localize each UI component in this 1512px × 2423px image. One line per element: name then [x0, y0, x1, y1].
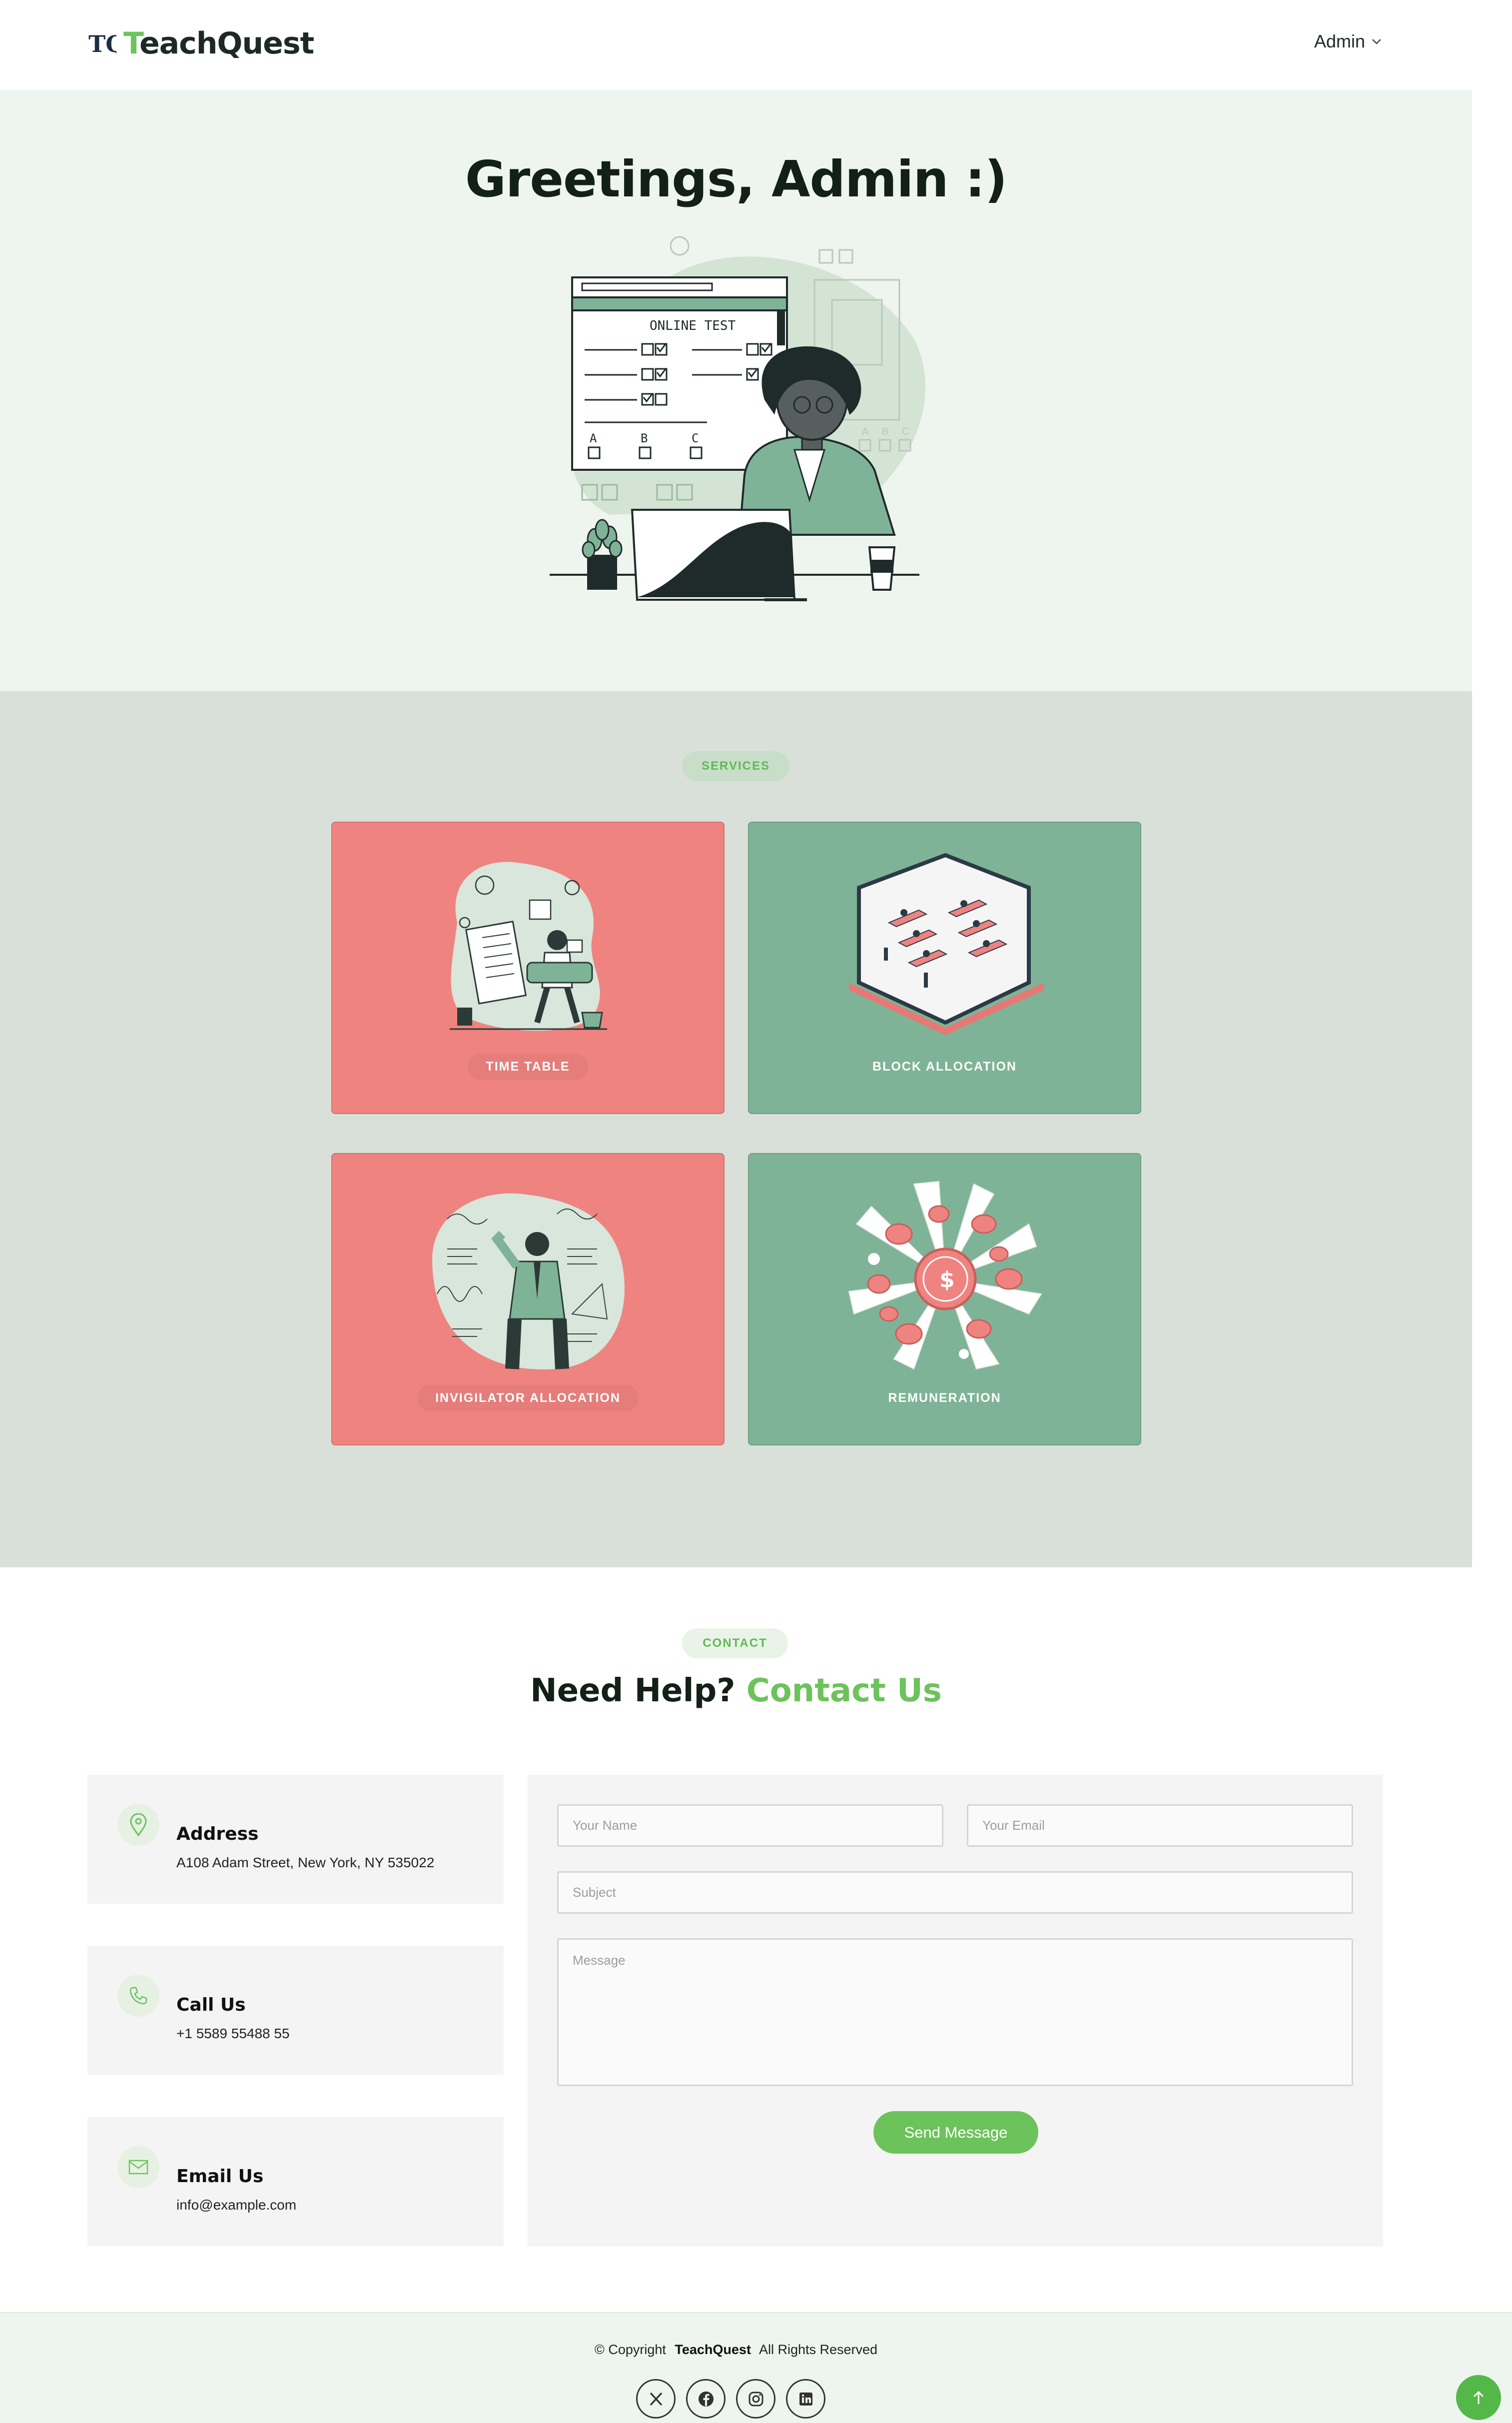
email-info: Email Us info@example.com: [87, 2117, 504, 2246]
copyright-text: © Copyright TeachQuest All Rights Reserv…: [594, 2342, 878, 2357]
contact-badge: CONTACT: [682, 1628, 788, 1658]
linkedin-icon[interactable]: [786, 2379, 825, 2419]
contact-form: Send Message: [528, 1775, 1383, 2247]
message-textarea[interactable]: [557, 1938, 1353, 2086]
map-pin-icon: [117, 1804, 159, 1846]
email-text: info@example.com: [176, 2197, 297, 2213]
service-card-invigilator-allocation[interactable]: INVIGILATOR ALLOCATION: [331, 1153, 725, 1445]
online-test-illustration: A B C ONLINE TEST A B C: [550, 236, 926, 601]
call-text: +1 5589 55488 55: [176, 2026, 290, 2041]
service-card-time-table[interactable]: TIME TABLE: [331, 822, 725, 1114]
footer-brand: TeachQuest: [675, 2342, 751, 2357]
phone-icon: [117, 1975, 159, 2017]
logo-mark-icon: TQ: [88, 30, 116, 57]
card-label-block-allocation: BLOCK ALLOCATION: [872, 1060, 1017, 1074]
address-title: Address: [176, 1824, 259, 1844]
call-title: Call Us: [176, 1995, 246, 2015]
address-info: Address A108 Adam Street, New York, NY 5…: [87, 1775, 504, 1904]
logo[interactable]: TQ TeachQuest: [87, 26, 314, 61]
card-label-remuneration: REMUNERATION: [888, 1391, 1001, 1405]
x-twitter-icon[interactable]: [636, 2379, 676, 2419]
svg-text:$: $: [939, 1267, 955, 1292]
card-label-invigilator-allocation: INVIGILATOR ALLOCATION: [417, 1385, 639, 1411]
address-text: A108 Adam Street, New York, NY 535022: [176, 1855, 435, 1870]
svg-text:ONLINE TEST: ONLINE TEST: [650, 318, 736, 333]
service-card-block-allocation[interactable]: BLOCK ALLOCATION: [748, 822, 1141, 1114]
chevron-down-icon: [1372, 39, 1381, 44]
facebook-icon[interactable]: [686, 2379, 726, 2419]
social-links: [636, 2379, 825, 2419]
svg-text:TQ: TQ: [88, 30, 116, 57]
services-badge: SERVICES: [682, 751, 789, 781]
arrow-up-icon: [1473, 2391, 1484, 2404]
logo-text: TeachQuest: [123, 26, 314, 61]
service-card-remuneration[interactable]: $ REMUNERATION: [748, 1153, 1141, 1445]
call-info: Call Us +1 5589 55488 55: [87, 1946, 504, 2075]
envelope-icon: [117, 2146, 159, 2188]
hero-section: Greetings, Admin :) A B C ONLINE TEST A …: [0, 90, 1472, 691]
svg-text:A: A: [862, 426, 869, 437]
site-footer: © Copyright TeachQuest All Rights Reserv…: [0, 2312, 1512, 2423]
email-title: Email Us: [176, 2166, 264, 2187]
site-header: TQ TeachQuest Admin: [0, 0, 1512, 90]
name-input[interactable]: [557, 1804, 943, 1847]
card-label-time-table: TIME TABLE: [468, 1054, 588, 1080]
page-title: Greetings, Admin :): [465, 150, 1007, 208]
svg-text:B: B: [882, 426, 888, 437]
instagram-icon[interactable]: [736, 2379, 775, 2419]
svg-text:A: A: [590, 431, 597, 445]
back-to-top-button[interactable]: [1456, 2375, 1501, 2420]
services-section: SERVICES TIME TABLE BLOCK ALLOCATION INV…: [0, 691, 1472, 1567]
contact-section: CONTACT Need Help? Contact Us Address A1…: [0, 1567, 1512, 2312]
email-input[interactable]: [967, 1804, 1353, 1847]
send-message-button[interactable]: Send Message: [873, 2111, 1038, 2154]
subject-input[interactable]: [557, 1871, 1353, 1914]
svg-text:C: C: [692, 431, 699, 445]
user-menu-label: Admin: [1314, 31, 1366, 51]
contact-heading: Need Help? Contact Us: [530, 1672, 942, 1709]
user-menu-dropdown[interactable]: Admin: [1314, 31, 1382, 52]
svg-text:B: B: [641, 431, 648, 445]
svg-text:C: C: [902, 426, 909, 437]
